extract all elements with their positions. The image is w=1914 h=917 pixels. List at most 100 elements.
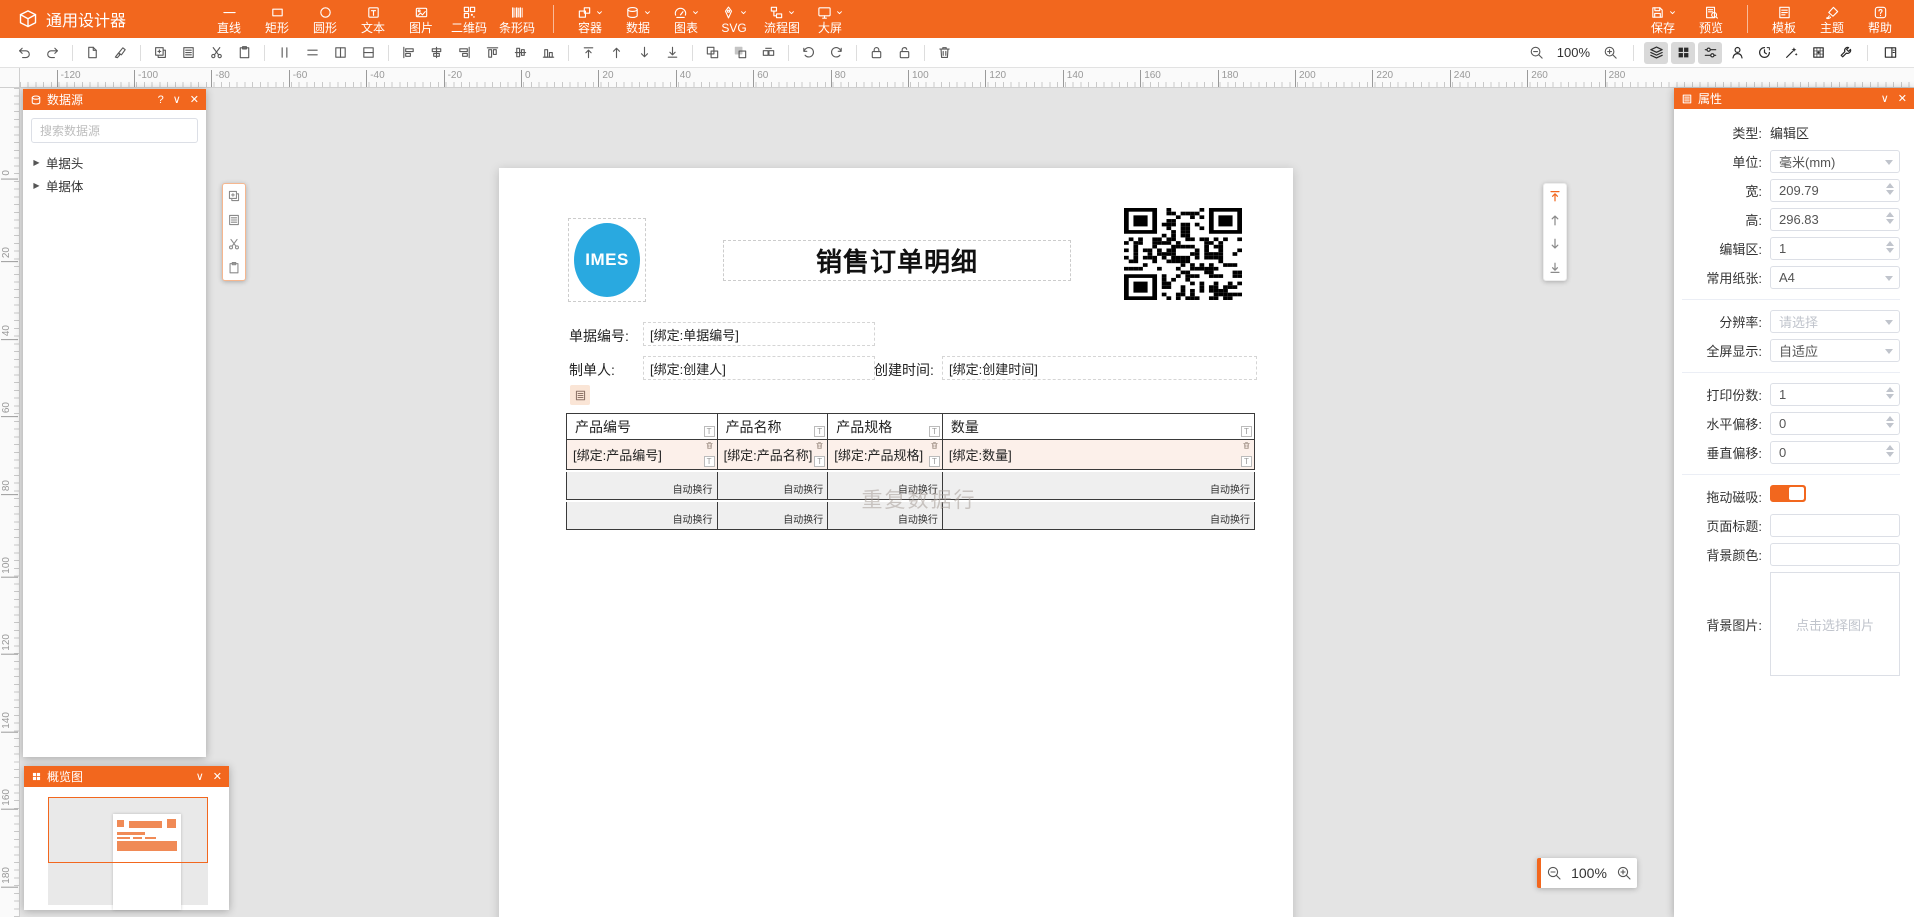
view-grid2-button[interactable]	[1806, 42, 1830, 64]
tool-template[interactable]: 模板	[1760, 0, 1808, 38]
view-person-button[interactable]	[1725, 42, 1749, 64]
edit-align-center-button[interactable]	[424, 42, 449, 64]
edit-align-top-button[interactable]	[480, 42, 505, 64]
tool-svgtool[interactable]: SVG	[710, 0, 758, 38]
delete-icon[interactable]	[1242, 441, 1251, 450]
spinner-arrows[interactable]	[1886, 212, 1894, 224]
qrcode-element[interactable]	[1124, 208, 1242, 300]
autowrap-cell[interactable]: 自动换行	[828, 472, 943, 499]
tool-preview[interactable]: 预览	[1687, 0, 1735, 38]
tool-help[interactable]: 帮助	[1856, 0, 1904, 38]
edit-rotate-left-button[interactable]	[796, 42, 821, 64]
table-settings-icon[interactable]	[570, 385, 590, 405]
edit-combine-button[interactable]	[756, 42, 781, 64]
edit-group-button[interactable]	[700, 42, 725, 64]
autowrap-cell[interactable]: 自动换行	[567, 502, 718, 529]
header-cell-产品规格[interactable]: 产品规格T	[828, 414, 943, 439]
datasource-search-input[interactable]	[31, 118, 198, 143]
prop-select[interactable]: 毫米(mm)	[1770, 150, 1900, 173]
prop-text-input[interactable]	[1770, 543, 1900, 566]
report-page[interactable]: IMES 销售订单明细 单据编号: [绑定:单据编号] 制单人: [绑定:创建人…	[499, 168, 1293, 917]
edit-space-h-button[interactable]	[300, 42, 325, 64]
binding-cell[interactable]: [绑定:产品规格]T	[828, 440, 943, 469]
zoom-out-button[interactable]	[1524, 42, 1549, 64]
collapse-button[interactable]: ∨	[173, 93, 181, 106]
edit-to-bottom-button[interactable]	[660, 42, 685, 64]
palette-addcopy-button[interactable]	[223, 184, 245, 208]
palette-to-bottom-button[interactable]	[1544, 256, 1566, 280]
tool-flow[interactable]: 流程图	[758, 0, 806, 38]
edit-move-down-button[interactable]	[632, 42, 657, 64]
tool-chart[interactable]: 图表	[662, 0, 710, 38]
edit-redo-button[interactable]	[40, 42, 65, 64]
edit-trash-button[interactable]	[932, 42, 957, 64]
edit-lock-button[interactable]	[864, 42, 889, 64]
view-history-button[interactable]	[1752, 42, 1776, 64]
collapse-button[interactable]: ∨	[196, 770, 204, 783]
tool-circle[interactable]: 圆形	[301, 0, 349, 38]
delete-icon[interactable]	[930, 441, 939, 450]
ctime-binding[interactable]: [绑定:创建时间]	[942, 356, 1257, 380]
autowrap-cell[interactable]: 自动换行	[828, 502, 943, 529]
background-image-picker[interactable]: 点击选择图片	[1770, 572, 1900, 676]
edit-newdoc-button[interactable]	[80, 42, 105, 64]
edit-align-left-button[interactable]	[396, 42, 421, 64]
view-sliders-button[interactable]	[1698, 42, 1722, 64]
prop-number-input[interactable]: 1	[1770, 383, 1900, 406]
zoom-in-icon[interactable]	[1616, 865, 1632, 881]
autowrap-cell[interactable]: 自动换行	[567, 472, 718, 499]
tool-container[interactable]: 容器	[566, 0, 614, 38]
detail-table[interactable]: 产品编号T产品名称T产品规格T数量T[绑定:产品编号]T[绑定:产品名称]T[绑…	[566, 413, 1255, 530]
palette-detail-button[interactable]	[223, 208, 245, 232]
zoom-in-button[interactable]	[1598, 42, 1623, 64]
prop-number-input[interactable]: 0	[1770, 441, 1900, 464]
autowrap-cell[interactable]: 自动换行	[718, 472, 829, 499]
tool-screen[interactable]: 大屏	[806, 0, 854, 38]
right-panel-toggle-button[interactable]	[1878, 42, 1902, 64]
spinner-arrows[interactable]	[1886, 387, 1894, 399]
autowrap-cell[interactable]: 自动换行	[943, 472, 1254, 499]
maker-label[interactable]: 制单人:	[569, 360, 615, 380]
edit-to-top-button[interactable]	[576, 42, 601, 64]
tool-image[interactable]: 图片	[397, 0, 445, 38]
design-canvas[interactable]: IMES 销售订单明细 单据编号: [绑定:单据编号] 制单人: [绑定:创建人…	[20, 88, 1914, 917]
edit-space-v-button[interactable]	[272, 42, 297, 64]
spinner-arrows[interactable]	[1886, 445, 1894, 457]
datasource-panel-header[interactable]: 数据源 ? ∨ ✕	[23, 89, 206, 110]
edit-unlock-button[interactable]	[892, 42, 917, 64]
edit-stretch-v-button[interactable]	[328, 42, 353, 64]
edit-rotate-right-button[interactable]	[824, 42, 849, 64]
report-title-element[interactable]: 销售订单明细	[723, 240, 1071, 281]
view-blocks-button[interactable]	[1671, 42, 1695, 64]
tool-theme[interactable]: 主题	[1808, 0, 1856, 38]
edit-move-up-button[interactable]	[604, 42, 629, 64]
edit-align-bottom-button[interactable]	[536, 42, 561, 64]
palette-to-top-button[interactable]	[1544, 184, 1566, 208]
overview-panel-header[interactable]: 概览图 ∨ ✕	[24, 766, 229, 787]
prop-number-input[interactable]: 209.79	[1770, 179, 1900, 202]
tree-item-单据体[interactable]: ▶单据体	[23, 174, 206, 197]
spinner-arrows[interactable]	[1886, 183, 1894, 195]
edit-stretch-h-button[interactable]	[356, 42, 381, 64]
edit-group-fill-button[interactable]	[728, 42, 753, 64]
edit-clean-button[interactable]	[108, 42, 133, 64]
edit-detail-button[interactable]	[176, 42, 201, 64]
close-button[interactable]: ✕	[1898, 92, 1907, 105]
tree-item-单据头[interactable]: ▶单据头	[23, 151, 206, 174]
autowrap-cell[interactable]: 自动换行	[718, 502, 829, 529]
properties-panel-header[interactable]: 属性 ∨ ✕	[1674, 88, 1914, 109]
binding-cell[interactable]: [绑定:产品编号]T	[567, 440, 718, 469]
autowrap-cell[interactable]: 自动换行	[943, 502, 1254, 529]
edit-undo-button[interactable]	[12, 42, 37, 64]
collapse-button[interactable]: ∨	[1881, 92, 1889, 105]
tool-line[interactable]: 直线	[205, 0, 253, 38]
view-wand-button[interactable]	[1779, 42, 1803, 64]
doc-no-binding[interactable]: [绑定:单据编号]	[643, 322, 875, 346]
view-wrench-button[interactable]	[1833, 42, 1857, 64]
prop-number-input[interactable]: 1	[1770, 237, 1900, 260]
tool-save[interactable]: 保存	[1639, 0, 1687, 38]
overview-viewport[interactable]	[48, 797, 208, 863]
edit-align-middle-button[interactable]	[508, 42, 533, 64]
binding-cell[interactable]: [绑定:数量]T	[943, 440, 1254, 469]
tool-text[interactable]: 文本	[349, 0, 397, 38]
